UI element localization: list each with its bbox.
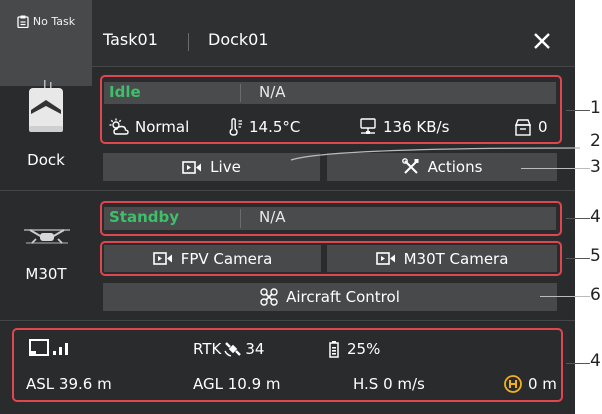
callout-6: 6 [590, 285, 601, 305]
clipboard-icon [17, 15, 29, 28]
callout-4-telemetry: 4 [590, 351, 601, 371]
weather-value: Normal [135, 118, 190, 136]
aircraft-label: M30T [25, 265, 67, 283]
dock-weather: Normal [109, 118, 189, 136]
home-point-icon [504, 375, 522, 393]
no-task-label: No Task [32, 14, 76, 28]
weather-icon [109, 118, 129, 135]
callout-line-6 [540, 296, 590, 297]
callout-line-3 [521, 168, 590, 169]
rtk-count: 34 [245, 340, 265, 358]
asl-value: ASL 39.6 m [26, 375, 112, 393]
header-divider [188, 33, 189, 51]
drone-icon [24, 229, 70, 244]
video-icon [152, 252, 172, 265]
home-distance: 0 m [504, 375, 557, 393]
temperature-value: 14.5°C [249, 118, 301, 136]
thermometer-icon [229, 118, 242, 136]
dock-storage: 0 [514, 118, 548, 136]
dock-device-icon [29, 80, 63, 132]
aircraft-status-detail: N/A [259, 208, 286, 226]
header-bottom-divider [92, 66, 575, 67]
live-button[interactable]: Live [103, 153, 320, 181]
callout-1: 1 [590, 98, 601, 118]
callout-3: 3 [590, 157, 601, 177]
callout-line-2 [290, 147, 581, 161]
callout-2: 2 [590, 131, 601, 151]
battery-status: 25% [329, 340, 380, 358]
task-name: Task01 [103, 30, 158, 49]
battery-value: 25% [347, 340, 381, 358]
callout-line-1 [566, 110, 590, 111]
drone-control-icon [260, 288, 278, 306]
callout-line-7 [566, 363, 590, 364]
dock-status-detail: N/A [259, 83, 286, 101]
callout-5: 5 [590, 246, 601, 266]
dock-network-speed: 136 KB/s [359, 118, 449, 136]
video-icon [182, 160, 202, 174]
home-distance-value: 0 m [528, 375, 557, 393]
signal-icon [29, 339, 68, 356]
rtk-label: RTK [193, 340, 222, 358]
storage-count: 0 [538, 118, 548, 136]
satellite-icon [224, 342, 242, 357]
aircraft-control-button[interactable]: Aircraft Control [103, 283, 557, 311]
dock-section-divider [0, 190, 575, 191]
callout-line-4 [566, 218, 590, 219]
dock-panel: No Task Task01 Dock01 Dock Idle N/A Norm… [0, 0, 575, 414]
dock-temperature: 14.5°C [229, 118, 300, 136]
aircraft-status-divider [240, 209, 241, 228]
fpv-camera-label: FPV Camera [180, 249, 273, 268]
dock-label: Dock [27, 151, 65, 169]
dock-status-label: Idle [109, 83, 141, 101]
dock-status-bar [104, 82, 556, 104]
storage-box-icon [514, 118, 532, 136]
m30t-camera-label: M30T Camera [403, 249, 509, 268]
battery-icon [329, 340, 339, 358]
live-label: Live [210, 158, 241, 176]
dock-name: Dock01 [208, 30, 269, 49]
rtk-status: RTK 34 [193, 340, 264, 358]
no-task-badge[interactable]: No Task [0, 0, 92, 86]
network-speed-value: 136 KB/s [383, 118, 450, 136]
callout-line-5 [566, 258, 590, 259]
horizontal-speed-value: H.S 0 m/s [353, 375, 425, 393]
aircraft-control-label: Aircraft Control [286, 288, 400, 306]
fpv-camera-button[interactable]: FPV Camera [104, 245, 321, 272]
video-icon [375, 252, 395, 265]
dock-status-divider [240, 84, 241, 102]
agl-value: AGL 10.9 m [193, 375, 281, 393]
callout-4: 4 [590, 207, 601, 227]
aircraft-status-label: Standby [109, 208, 180, 226]
aircraft-section-divider [0, 320, 575, 321]
close-icon[interactable] [531, 30, 553, 52]
network-icon [360, 118, 376, 134]
m30t-camera-button[interactable]: M30T Camera [327, 245, 557, 272]
